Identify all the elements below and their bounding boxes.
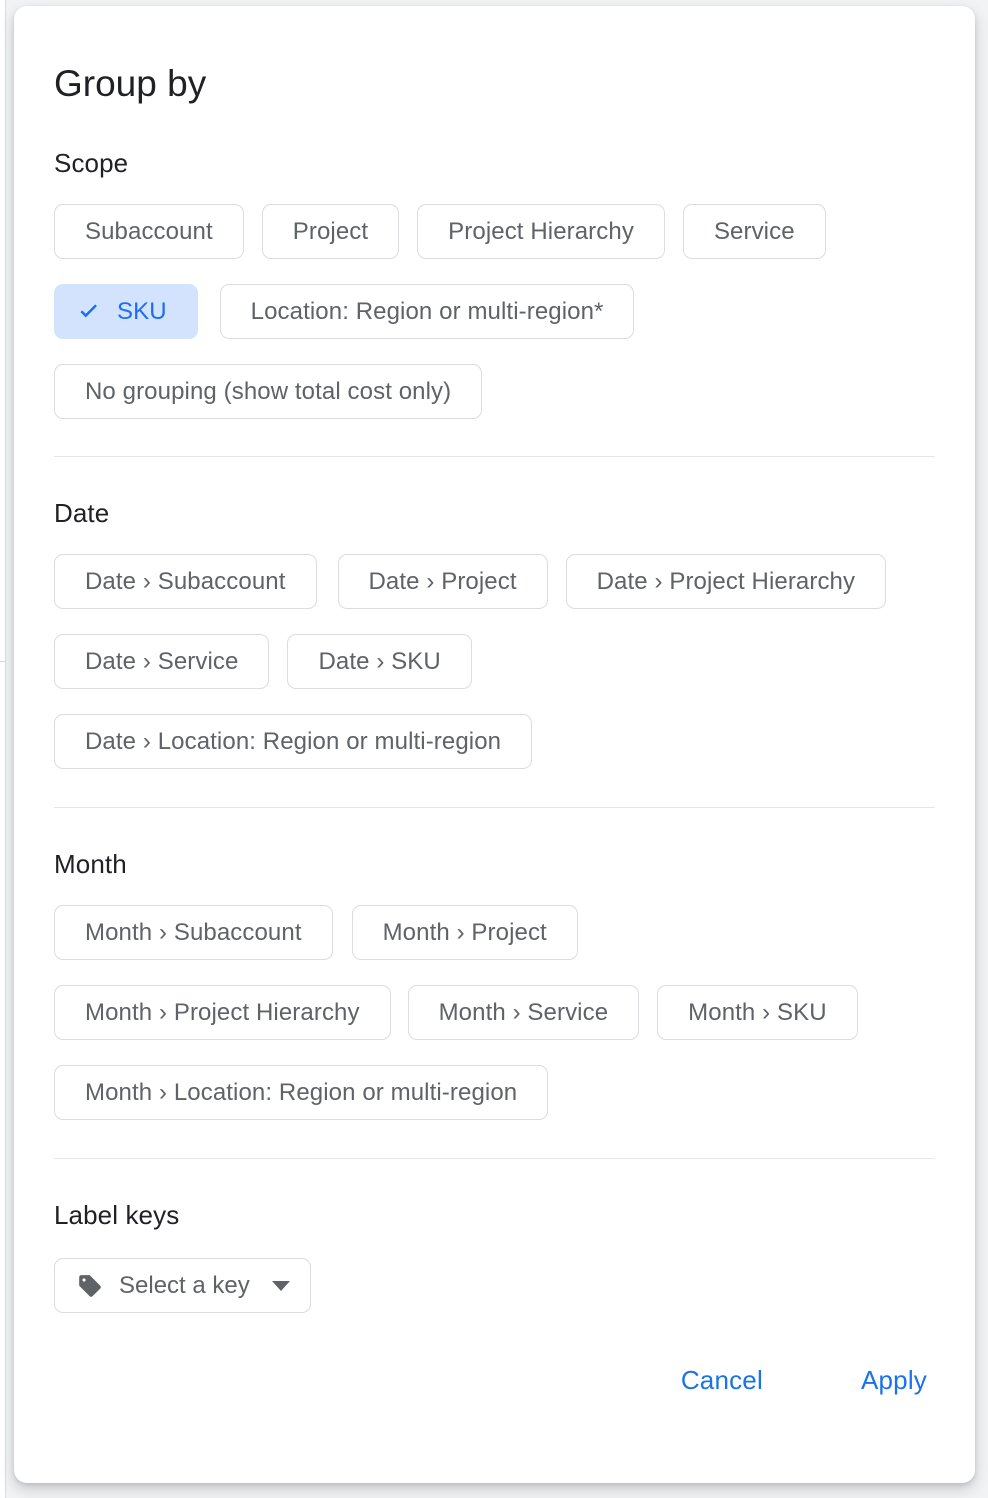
chip-date-location-region[interactable]: Date › Location: Region or multi-region xyxy=(54,714,533,769)
chip-date-sku[interactable]: Date › SKU xyxy=(287,634,472,689)
dialog-title: Group by xyxy=(54,63,207,104)
chip-month-project-hierarchy[interactable]: Month › Project Hierarchy xyxy=(54,985,391,1040)
chip-label: Service xyxy=(713,217,795,245)
group-by-dialog: Group by Scope Subaccount Project Projec… xyxy=(14,6,975,1483)
chip-no-grouping[interactable]: No grouping (show total cost only) xyxy=(54,364,483,419)
divider-month-labelkeys xyxy=(54,1158,935,1159)
chip-label: SKU xyxy=(117,297,167,325)
chip-label: Month › Service xyxy=(438,998,609,1026)
tag-icon xyxy=(77,1273,103,1299)
chevron-down-icon xyxy=(271,1280,290,1291)
background-left-panel xyxy=(0,0,6,1498)
chip-label: Month › Project xyxy=(382,918,547,946)
chip-label: Month › Subaccount xyxy=(85,918,302,946)
chip-date-subaccount[interactable]: Date › Subaccount xyxy=(54,554,317,609)
chip-label: Date › Location: Region or multi-region xyxy=(85,727,502,755)
dialog-actions: Cancel Apply xyxy=(54,1355,935,1406)
chip-label: Project xyxy=(292,217,369,245)
chip-row-scope: Subaccount Project Project Hierarchy Ser… xyxy=(54,204,935,419)
chip-month-project[interactable]: Month › Project xyxy=(351,905,578,960)
chip-label: Location: Region or multi-region* xyxy=(250,297,604,325)
chip-project-hierarchy[interactable]: Project Hierarchy xyxy=(417,204,665,259)
section-heading-label-keys: Label keys xyxy=(54,1200,180,1230)
divider-scope-date xyxy=(54,456,935,457)
check-icon xyxy=(75,298,103,326)
chip-label: No grouping (show total cost only) xyxy=(85,377,452,405)
chip-row-month: Month › Subaccount Month › Project Month… xyxy=(54,905,935,1120)
divider-date-month xyxy=(54,807,935,808)
chip-month-location-region[interactable]: Month › Location: Region or multi-region xyxy=(54,1065,549,1120)
chip-month-subaccount[interactable]: Month › Subaccount xyxy=(54,905,333,960)
chip-label: Month › Location: Region or multi-region xyxy=(85,1078,518,1106)
chip-row-date: Date › Subaccount Date › Project Date › … xyxy=(54,554,935,769)
chip-month-sku[interactable]: Month › SKU xyxy=(657,985,858,1040)
label-key-select-text: Select a key xyxy=(119,1271,250,1299)
chip-subaccount[interactable]: Subaccount xyxy=(54,204,244,259)
section-heading-month: Month xyxy=(54,849,127,879)
section-date: Date Date › Subaccount Date › Project Da… xyxy=(54,497,935,769)
section-scope: Scope Subaccount Project Project Hierarc… xyxy=(54,147,935,419)
background-left-divider xyxy=(0,661,5,662)
chip-label: Project Hierarchy xyxy=(448,217,634,245)
section-month: Month Month › Subaccount Month › Project… xyxy=(54,848,935,1120)
chip-label: Date › Subaccount xyxy=(85,567,286,595)
label-key-select[interactable]: Select a key xyxy=(54,1258,311,1313)
chip-month-service[interactable]: Month › Service xyxy=(407,985,640,1040)
chip-date-project-hierarchy[interactable]: Date › Project Hierarchy xyxy=(565,554,887,609)
chip-date-service[interactable]: Date › Service xyxy=(54,634,270,689)
section-heading-scope: Scope xyxy=(54,148,129,178)
section-heading-date: Date xyxy=(54,498,110,528)
chip-label: Date › Project Hierarchy xyxy=(596,567,856,595)
chip-location-region[interactable]: Location: Region or multi-region* xyxy=(219,284,635,339)
chip-label: Date › SKU xyxy=(318,647,441,675)
chip-label: Subaccount xyxy=(85,217,213,245)
section-label-keys: Label keys Select a key xyxy=(54,1199,935,1313)
chip-date-project[interactable]: Date › Project xyxy=(337,554,548,609)
chip-sku[interactable]: SKU xyxy=(54,284,198,339)
chip-label: Date › Service xyxy=(85,647,239,675)
chip-service[interactable]: Service xyxy=(682,204,826,259)
chip-project[interactable]: Project xyxy=(261,204,400,259)
chip-label: Month › SKU xyxy=(688,998,827,1026)
chip-label: Month › Project Hierarchy xyxy=(85,998,360,1026)
apply-button[interactable]: Apply xyxy=(853,1355,935,1406)
chip-label: Date › Project xyxy=(368,567,517,595)
cancel-button[interactable]: Cancel xyxy=(673,1355,771,1406)
